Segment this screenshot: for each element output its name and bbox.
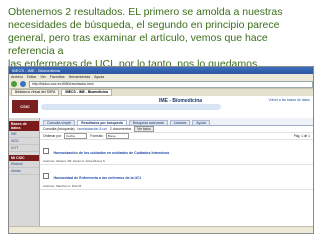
- order-select[interactable]: Fecha: [64, 133, 88, 139]
- tab-busqueda-avanzada[interactable]: Búsqueda avanzada: [128, 120, 168, 125]
- sidebar-heading: Bases de datos: [9, 121, 39, 131]
- address-bar[interactable]: http://bddoc.csic.es:8080/resultados.htm…: [29, 80, 313, 88]
- result-checkbox[interactable]: [43, 148, 49, 154]
- site-title: IME - Biomedicina: [159, 98, 203, 104]
- result-authors: Autor/es: Velasco JM; Heras G; Arias-Riv…: [43, 159, 105, 163]
- sidebar-item-icyt[interactable]: ICYT: [9, 145, 39, 152]
- result-item: Humanización de los cuidados en unidades…: [40, 140, 313, 165]
- hit-count: 2 documentos: [109, 127, 132, 131]
- controls-row: Ordenar por Fecha Formato Breve Pág. 1 d…: [40, 133, 313, 140]
- site-banner: CSIC IME - Biomedicina Volver a las base…: [9, 96, 313, 119]
- slide-caption: Obtenemos 2 resultados. EL primero se am…: [8, 6, 314, 71]
- result-title[interactable]: Humanidad de Enfermería a los enfermos d…: [53, 176, 140, 180]
- result-checkbox[interactable]: [43, 173, 49, 179]
- menu-item-editar[interactable]: Editar: [27, 75, 36, 79]
- tab-consulta-simple[interactable]: Consulta simple: [43, 120, 76, 125]
- menu-item-ver[interactable]: Ver: [40, 75, 45, 79]
- query-row: Consulta (búsqueda) humanización & uci 2…: [40, 126, 313, 133]
- order-label: Ordenar por: [43, 134, 62, 138]
- format-label: Formato: [90, 134, 103, 138]
- back-to-databases-link[interactable]: Volver a las bases de datos: [269, 98, 310, 102]
- tab-ayuda[interactable]: Ayuda: [192, 120, 210, 125]
- back-icon[interactable]: [11, 81, 17, 87]
- sidebar-item-historial[interactable]: Historial: [9, 161, 39, 168]
- window-titlebar: IBECS - IME - Biomedicina: [9, 67, 313, 74]
- menu-item-ayuda[interactable]: Ayuda: [94, 75, 104, 79]
- query-terms: humanización & uci: [77, 127, 107, 131]
- browser-statusbar: [9, 226, 313, 233]
- sidebar-item-isoc[interactable]: ISOC: [9, 138, 39, 145]
- main-panel: Consulta simple Resultados por búsqueda …: [40, 118, 313, 233]
- page-content: Bases de datos IME ISOC ICYT Mi CSIC His…: [9, 118, 313, 233]
- result-title[interactable]: Humanización de los cuidados en unidades…: [53, 151, 169, 155]
- caption-line: Obtenemos 2 resultados. EL primero se am…: [8, 6, 283, 18]
- sidebar-item-ime[interactable]: IME: [9, 131, 39, 138]
- sidebar: Bases de datos IME ISOC ICYT Mi CSIC His…: [9, 118, 40, 233]
- menu-item-archivo[interactable]: Archivo: [11, 75, 23, 79]
- csic-logo: CSIC: [12, 100, 38, 113]
- browser-screenshot: IBECS - IME - Biomedicina Archivo Editar…: [8, 66, 314, 234]
- search-tabs: Consulta simple Resultados por búsqueda …: [40, 118, 313, 126]
- browser-tabs: Biblioteca Virtual del SSPA IBECS - IME …: [9, 89, 313, 96]
- browser-toolbar: http://bddoc.csic.es:8080/resultados.htm…: [9, 80, 313, 89]
- banner-decoration: [41, 104, 221, 110]
- format-select[interactable]: Breve: [105, 133, 129, 139]
- sidebar-item-alertas[interactable]: Alertas: [9, 168, 39, 175]
- window-title: IBECS - IME - Biomedicina: [12, 68, 61, 73]
- tab-listados[interactable]: Listados: [169, 120, 191, 125]
- tab-resultados[interactable]: Resultados por búsqueda: [77, 120, 127, 125]
- caption-line: general, pero tras examinar el artículo,…: [8, 32, 268, 57]
- result-item: Humanidad de Enfermería a los enfermos d…: [40, 165, 313, 190]
- result-authors: Autor/es: Sánchez A; Ruiz M: [43, 184, 82, 188]
- forward-icon[interactable]: [20, 81, 26, 87]
- browser-tab[interactable]: Biblioteca Virtual del SSPA: [11, 89, 60, 96]
- view-all-button[interactable]: Ver todos: [134, 126, 154, 132]
- pagination: Pág. 1 de 1: [293, 134, 310, 138]
- caption-line: necesidades de búsqueda, el segundo en p…: [8, 19, 280, 31]
- query-label: Consulta (búsqueda): [43, 127, 75, 131]
- menu-item-favoritos[interactable]: Favoritos: [50, 75, 65, 79]
- browser-tab[interactable]: IBECS - IME - Biomedicina: [61, 89, 112, 96]
- menu-item-herramientas[interactable]: Herramientas: [69, 75, 91, 79]
